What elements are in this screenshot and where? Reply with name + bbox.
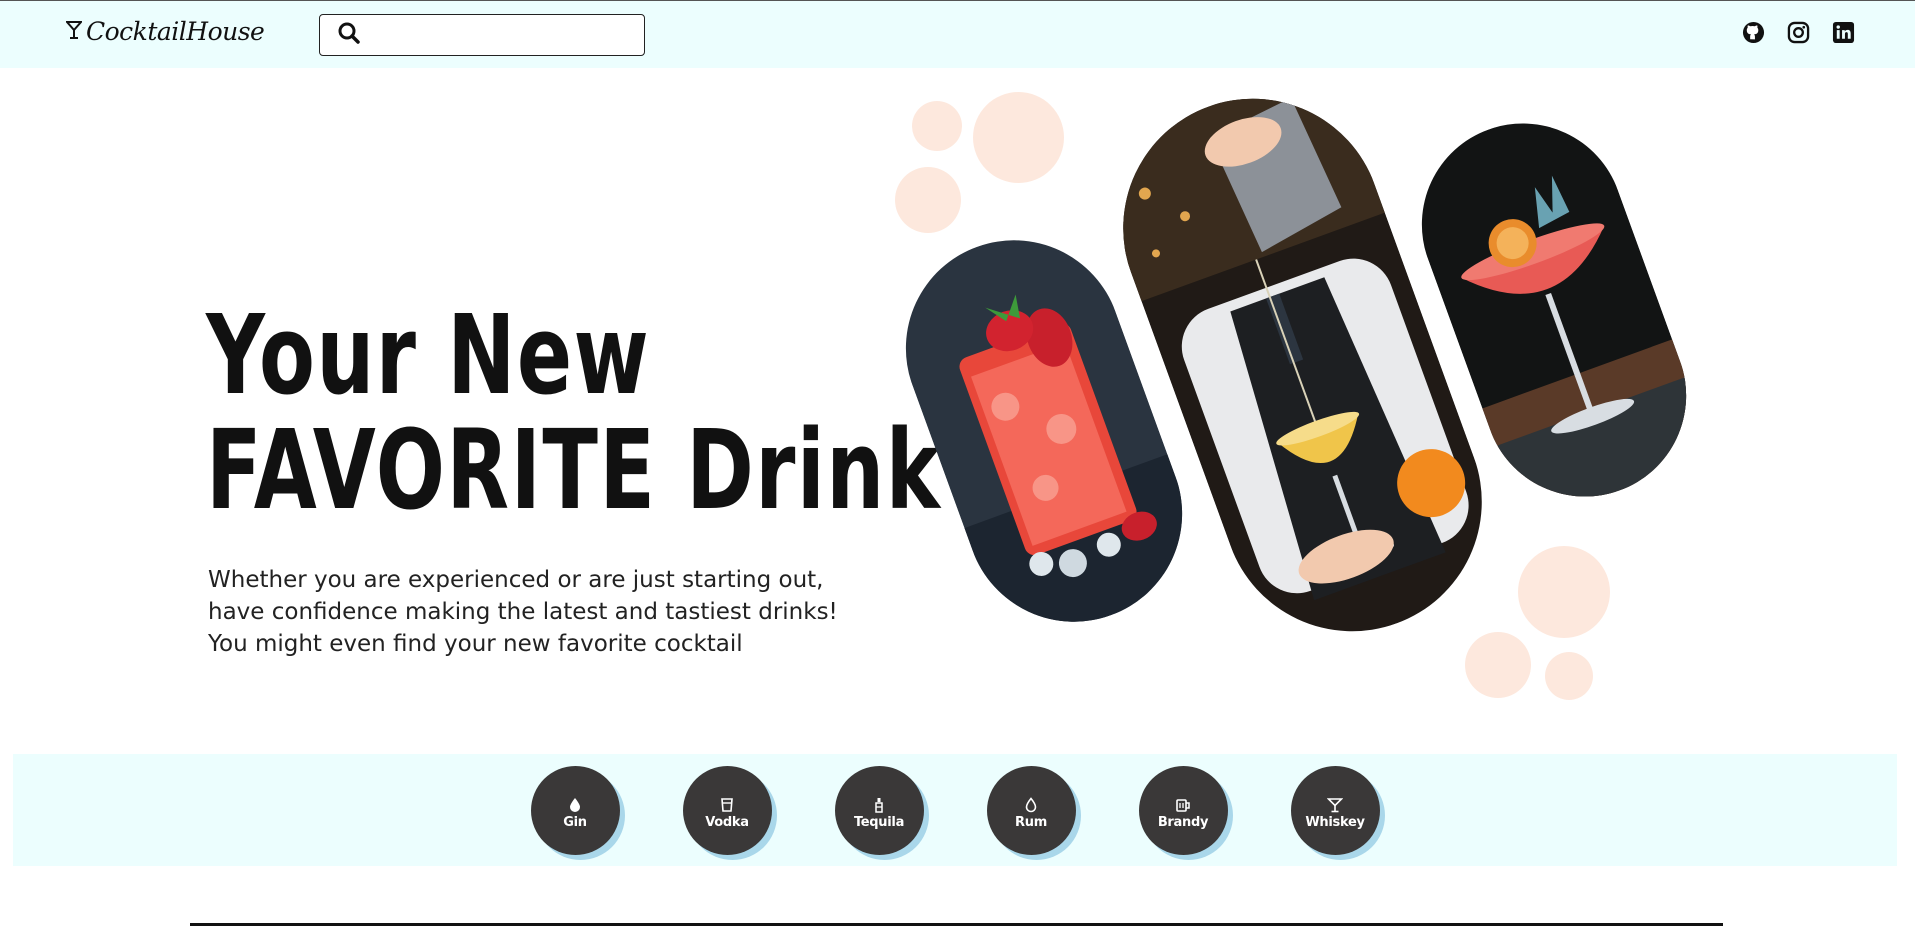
decor-circle [1518,546,1610,638]
github-icon[interactable] [1742,21,1765,44]
hero-subtitle: Whether you are experienced or are just … [208,564,908,660]
search-box[interactable] [319,14,645,56]
hero-title-line-1: Your New [206,291,651,419]
navbar: CocktailHouse [0,0,1915,68]
category-label: Gin [563,815,587,830]
category-brandy-button[interactable]: Brandy [1138,766,1228,855]
search-input[interactable] [370,25,630,45]
category-vodka-button[interactable]: Vodka [682,766,772,855]
decor-circle [1545,652,1593,700]
hero-title: Your New FAVORITE Drink [206,298,941,528]
decor-circle [895,167,961,233]
hero-title-line-2: FAVORITE Drink [206,406,942,534]
category-label: Rum [1015,815,1047,830]
social-links [1742,21,1855,44]
drop-icon [567,797,583,813]
mug-icon [1175,797,1191,813]
category-gin-button[interactable]: Gin [530,766,620,855]
category-rum-button[interactable]: Rum [986,766,1076,855]
category-label: Vodka [705,815,749,830]
category-label: Whiskey [1305,815,1365,830]
decor-circle [1465,632,1531,698]
linkedin-icon[interactable] [1832,21,1855,44]
decor-circle [973,92,1064,183]
hero-subtitle-line-3: You might even find your new favorite co… [208,631,743,657]
shot-glass-icon [719,797,735,813]
decor-circle [912,101,962,151]
instagram-icon[interactable] [1787,21,1810,44]
section-divider [190,923,1723,926]
search-icon [338,22,360,48]
category-label: Tequila [853,815,905,830]
cocktail-glass-icon [64,20,84,44]
brand-logo[interactable]: CocktailHouse [64,17,265,46]
bottle-icon [871,797,887,813]
hero-subtitle-line-1: Whether you are experienced or are just … [208,567,824,593]
category-label: Brandy [1157,815,1209,830]
category-tequila-button[interactable]: Tequila [834,766,924,855]
martini-icon [1326,797,1344,813]
hero-subtitle-line-2: have confidence making the latest and ta… [208,599,838,625]
brand-name: CocktailHouse [86,17,265,46]
category-strip: Gin Vodka Tequila Rum Brandy Whiskey [13,754,1897,866]
category-whiskey-button[interactable]: Whiskey [1290,766,1380,855]
drop-outline-icon [1023,797,1039,813]
